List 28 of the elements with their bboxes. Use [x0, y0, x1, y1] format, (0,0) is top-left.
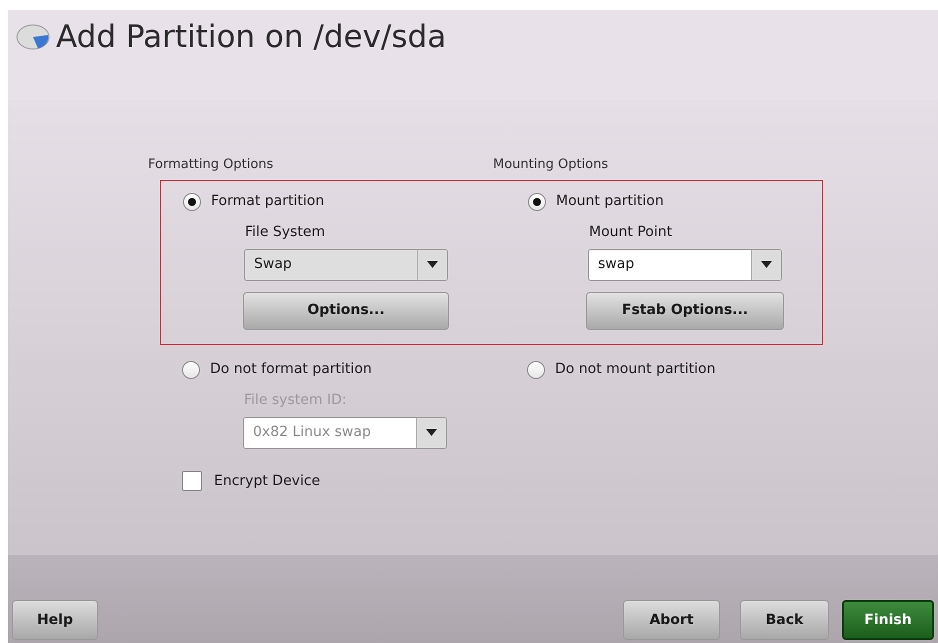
field-label: File System [245, 222, 326, 242]
dropdown[interactable]: Swap [244, 248, 448, 280]
radio-label[interactable]: Format partition [211, 191, 324, 212]
button[interactable]: Fstab Options... [586, 292, 784, 330]
caret-icon [761, 261, 772, 268]
radio-label[interactable]: Do not mount partition [555, 359, 716, 380]
field-label: File system ID: [244, 390, 347, 410]
dropdown[interactable]: swap [588, 248, 782, 280]
checkbox[interactable] [182, 471, 202, 491]
page-title: Add Partition on /dev/sda [56, 18, 446, 57]
disk-icon [16, 24, 50, 50]
radio-button[interactable] [528, 192, 546, 210]
radio-button[interactable] [183, 192, 201, 210]
button[interactable]: Abort [623, 600, 720, 640]
button[interactable]: Options... [243, 292, 449, 330]
radio-button[interactable] [182, 360, 200, 378]
section-heading: Formatting Options [148, 156, 274, 174]
checkbox-label[interactable]: Encrypt Device [214, 470, 320, 492]
section-heading: Mounting Options [493, 156, 608, 174]
caret-icon [426, 429, 437, 436]
caret-icon [427, 261, 438, 268]
button[interactable]: Back [740, 600, 829, 640]
button[interactable]: Finish [842, 600, 934, 640]
button[interactable]: Help [12, 600, 98, 640]
radio-label[interactable]: Do not format partition [210, 359, 372, 380]
radio-button[interactable] [527, 360, 545, 378]
radio-label[interactable]: Mount partition [556, 191, 664, 212]
field-label: Mount Point [589, 222, 672, 242]
